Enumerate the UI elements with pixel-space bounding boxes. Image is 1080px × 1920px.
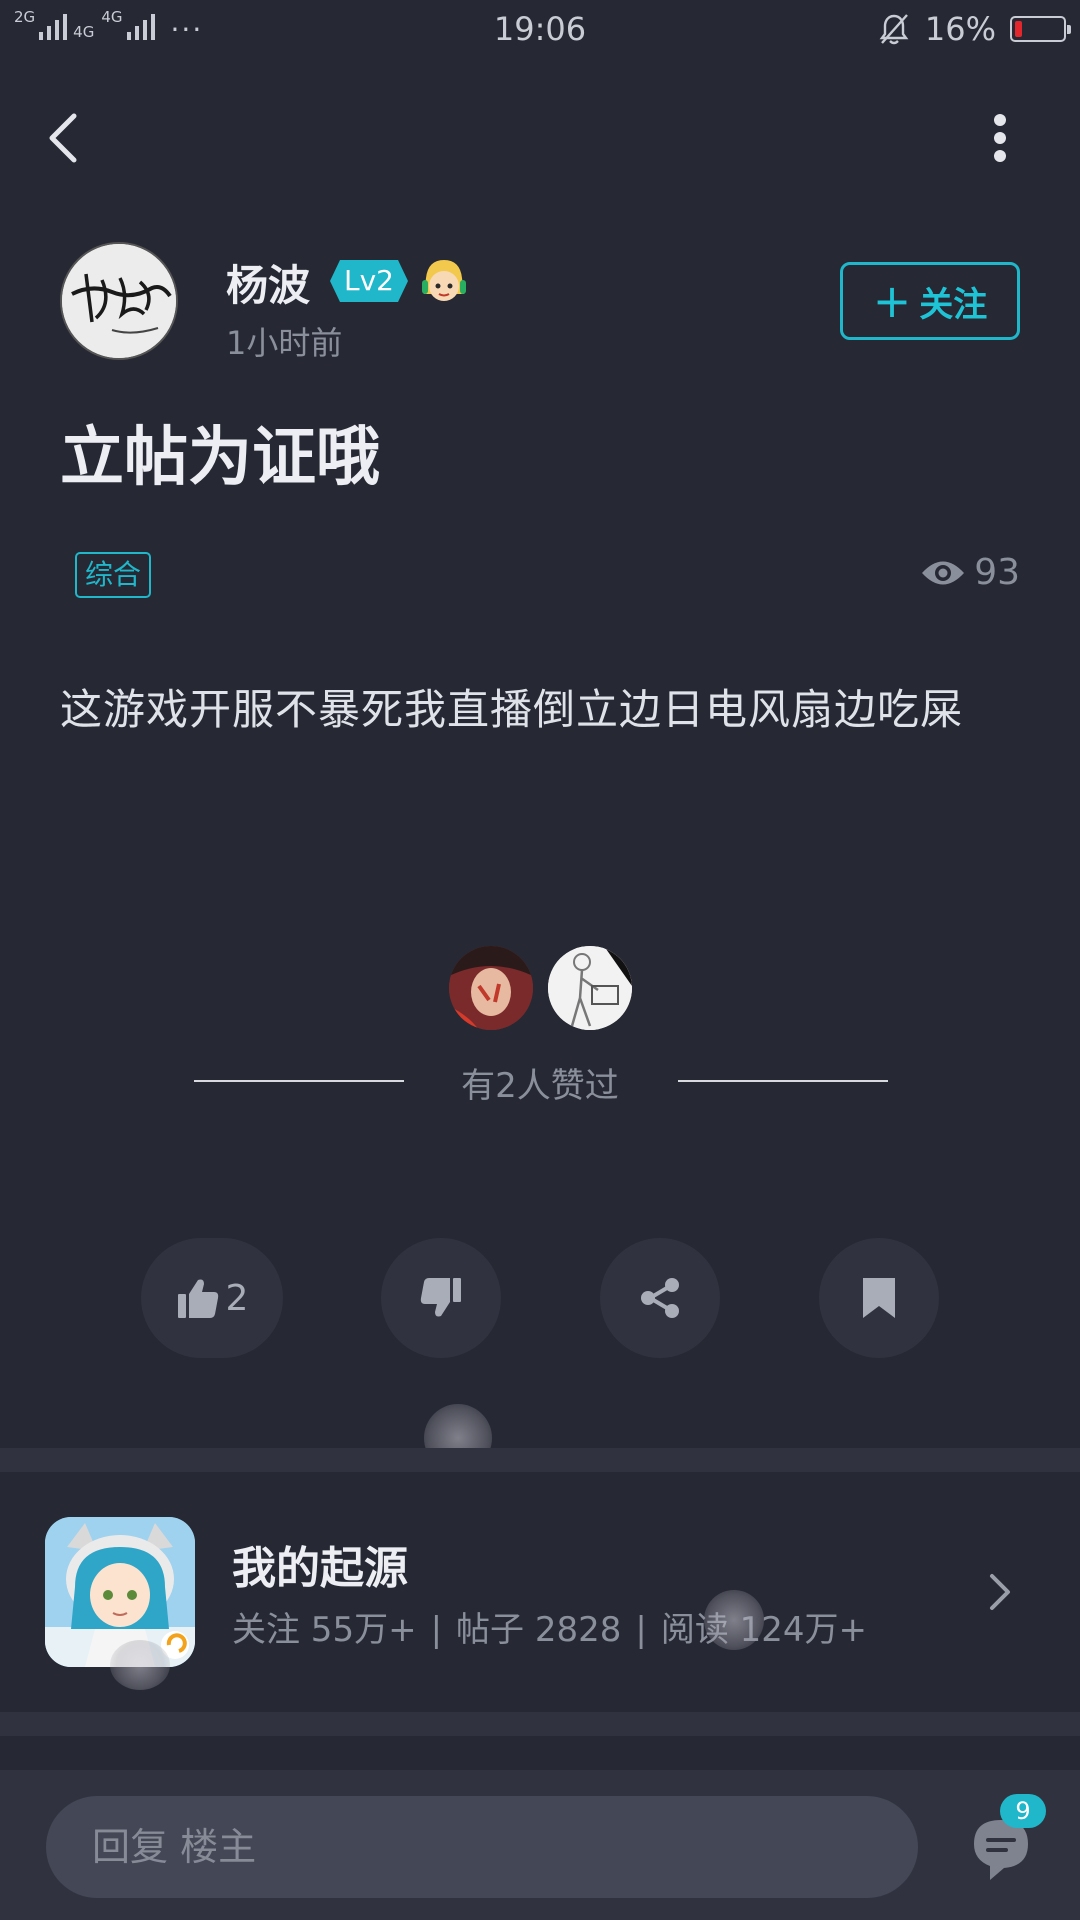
author-avatar[interactable] <box>60 242 178 360</box>
game-follow-stat: 关注 55万+ <box>232 1610 417 1650</box>
share-icon <box>641 1278 679 1318</box>
post-detail-screen: 2G 4G 4G ··· 19:06 16% 杨波 Lv2 1小时前 + 关注 … <box>0 0 1080 1920</box>
battery-icon <box>1010 16 1071 42</box>
bookmark-icon <box>863 1278 895 1318</box>
share-button[interactable] <box>600 1238 720 1358</box>
level-label: Lv2 <box>344 264 394 297</box>
reply-input[interactable]: 回复 楼主 <box>46 1796 918 1898</box>
status-bar: 2G 4G 4G ··· 19:06 16% <box>0 0 1080 58</box>
more-vertical-icon <box>994 114 1006 162</box>
game-character-image <box>45 1517 195 1667</box>
chevron-left-icon <box>49 113 77 163</box>
signature-avatar-image <box>62 244 176 358</box>
thumbs-down-icon <box>420 1278 461 1317</box>
more-options-button[interactable] <box>980 108 1020 168</box>
divider-line <box>678 1080 888 1082</box>
touch-indicator <box>110 1640 170 1690</box>
liker-avatar-image <box>449 946 533 1030</box>
dislike-button[interactable] <box>381 1238 501 1358</box>
eye-icon <box>922 561 965 584</box>
stat-separator: | <box>635 1610 647 1650</box>
game-name: 我的起源 <box>232 1543 408 1594</box>
stat-separator: | <box>430 1610 443 1650</box>
follow-button[interactable]: + 关注 <box>840 262 1020 340</box>
view-count-value: 93 <box>974 552 1020 593</box>
back-button[interactable] <box>38 108 88 168</box>
comment-count-badge: 9 <box>1000 1794 1046 1828</box>
like-count: 2 <box>225 1277 249 1319</box>
view-count: 93 <box>920 552 1020 593</box>
liker-avatar[interactable] <box>548 946 632 1030</box>
status-right: 16% <box>877 10 1071 48</box>
bookmark-button[interactable] <box>819 1238 939 1358</box>
plus-icon: + <box>872 274 912 328</box>
cartoon-face-icon <box>422 260 466 301</box>
author-name[interactable]: 杨波 <box>226 252 310 313</box>
reply-bar: 回复 楼主 <box>0 1770 1080 1920</box>
post-title: 立帖为证哦 <box>60 421 380 495</box>
game-stats: 关注 55万+ | 帖子 2828 | 阅读 124万+ <box>232 1602 867 1651</box>
category-tag[interactable]: 综合 <box>75 552 152 598</box>
like-button[interactable]: 2 <box>141 1238 283 1358</box>
battery-level <box>1015 21 1022 37</box>
game-icon <box>45 1517 195 1667</box>
bell-muted-icon <box>879 14 909 45</box>
game-read-stat: 阅读 124万+ <box>660 1610 868 1650</box>
liker-avatar-image <box>548 946 632 1030</box>
liked-summary[interactable]: 有2人赞过 <box>0 1058 1080 1107</box>
liker-avatar[interactable] <box>449 946 533 1030</box>
section-divider <box>0 1712 1080 1736</box>
battery-percent: 16% <box>924 10 996 48</box>
medal-character-icon <box>420 256 468 306</box>
thumbs-up-icon <box>177 1279 218 1318</box>
touch-indicator <box>704 1590 764 1650</box>
level-badge: Lv2 <box>330 260 408 302</box>
section-divider <box>0 1448 1080 1472</box>
post-time: 1小时前 <box>226 324 343 362</box>
game-post-stat: 帖子 2828 <box>456 1610 622 1650</box>
chevron-right-icon <box>990 1574 1010 1610</box>
post-body: 这游戏开服不暴死我直播倒立边日电风扇边吃屎 <box>60 685 964 734</box>
follow-label: 关注 <box>919 284 988 325</box>
